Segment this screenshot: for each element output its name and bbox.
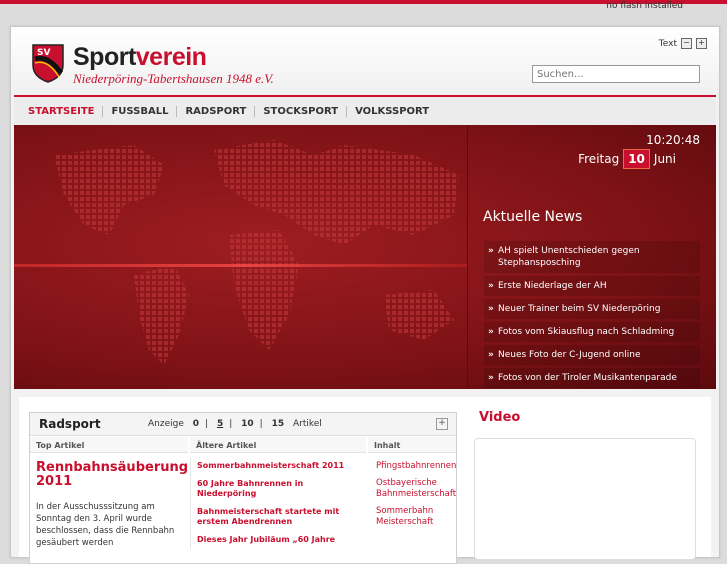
top-article-body: In der Ausschusssitzung am Sonntag den 3…	[36, 502, 175, 548]
anzeige-label: Anzeige	[148, 419, 184, 429]
inhalt-link[interactable]: Ostbayerische Bahnmeisterschaft	[368, 474, 456, 502]
radsport-panel-header: Radsport Anzeige 0 | 5 | 10 | 15 Artikel +	[30, 413, 456, 436]
text-decrease-button[interactable]: −	[681, 38, 692, 49]
news-item[interactable]: Erste Niederlage der AH	[484, 276, 700, 296]
top-article-title[interactable]: Rennbahnsäuberung 2011	[36, 461, 188, 489]
news-heading: Aktuelle News	[483, 209, 583, 225]
shield-text: SV	[37, 48, 50, 58]
count-option-5[interactable]: 5	[217, 419, 223, 429]
inhalt-link[interactable]: Sommerbahn Meisterschaft	[368, 502, 456, 530]
col-head-aeltere-artikel: Ältere Artikel	[190, 437, 366, 453]
search-input[interactable]	[532, 65, 700, 83]
news-item[interactable]: AH spielt Unentschieden gegen Stephanspo…	[484, 241, 700, 273]
site-header: SV Sportverein Niederpöring-Tabertshause…	[11, 27, 719, 95]
news-item[interactable]: Neuer Trainer beim SV Niederpöring	[484, 299, 700, 319]
count-option-15[interactable]: 15	[272, 419, 285, 429]
text-size-label: Text	[658, 38, 677, 49]
hero-highlight-line	[14, 264, 468, 267]
page-frame: SV Sportverein Niederpöring-Tabertshause…	[10, 26, 720, 564]
radsport-panel: Radsport Anzeige 0 | 5 | 10 | 15 Artikel + …	[29, 412, 457, 564]
flash-notice: no flash installed	[606, 1, 683, 11]
video-heading: Video	[479, 410, 521, 425]
col-head-inhalt: Inhalt	[368, 437, 456, 453]
text-size-control: Text − +	[659, 38, 707, 49]
brand-part-sport: Sport	[73, 43, 136, 71]
count-option-10[interactable]: 10	[241, 419, 254, 429]
nav-item-volkssport[interactable]: VOLKSSPORT	[347, 106, 437, 117]
nav-item-fussball[interactable]: FUSSBALL	[103, 105, 178, 117]
content-area: Radsport Anzeige 0 | 5 | 10 | 15 Artikel + …	[19, 397, 711, 564]
older-articles-list: Sommerbahnmeisterschaft 2011 60 Jahre Ba…	[190, 457, 367, 549]
col-head-top-artikel: Top Artikel	[30, 437, 188, 453]
news-item[interactable]: Fotos von der Tiroler Musikantenparade	[484, 368, 700, 388]
main-nav: STARTSEITE FUSSBALL RADSPORT STOCKSPORT …	[14, 95, 716, 125]
text-increase-button[interactable]: +	[696, 38, 707, 49]
hero-divider	[467, 125, 468, 389]
inhalt-list: Pfingstbahnrennen Ostbayerische Bahnmeis…	[368, 457, 456, 530]
date-display: Freitag 10 Juni	[578, 149, 676, 169]
nav-item-startseite[interactable]: STARTSEITE	[20, 105, 104, 117]
date-weekday: Freitag	[578, 152, 620, 166]
video-player[interactable]	[474, 438, 696, 560]
brand-title[interactable]: Sportverein	[73, 43, 207, 72]
expand-icon[interactable]: +	[436, 418, 448, 430]
older-article-link[interactable]: Dieses Jahr Jubiläum „60 Jahre	[191, 531, 367, 549]
radsport-title: Radsport	[39, 417, 101, 431]
older-article-link[interactable]: Bahnmeisterschaft startete mit erstem Ab…	[191, 503, 367, 531]
news-list: AH spielt Unentschieden gegen Stephanspo…	[484, 241, 700, 389]
nav-item-radsport[interactable]: RADSPORT	[177, 105, 256, 117]
article-count-selector: Anzeige 0 | 5 | 10 | 15 Artikel	[148, 419, 322, 429]
club-logo-icon[interactable]: SV	[31, 43, 65, 83]
brand-subtitle: Niederpöring-Tabertshausen 1948 e.V.	[73, 71, 274, 86]
world-map-graphic	[54, 140, 459, 365]
news-item[interactable]: Neues Foto der C-Jugend online	[484, 345, 700, 365]
hero-banner: 10:20:48 Freitag 10 Juni Aktuelle News A…	[14, 125, 716, 389]
inhalt-link[interactable]: Pfingstbahnrennen	[368, 457, 456, 474]
brand-part-verein: verein	[135, 43, 207, 71]
date-day-badge: 10	[623, 149, 650, 169]
date-month: Juni	[653, 152, 676, 166]
news-item[interactable]: Fotos vom Skiausflug nach Schladming	[484, 322, 700, 342]
artikel-label: Artikel	[292, 419, 322, 429]
clock-time: 10:20:48	[646, 133, 700, 147]
older-article-link[interactable]: Sommerbahnmeisterschaft 2011	[191, 457, 367, 475]
nav-item-stocksport[interactable]: STOCKSPORT	[255, 105, 348, 117]
count-option-0[interactable]: 0	[193, 419, 199, 429]
older-article-link[interactable]: 60 Jahre Bahnrennen in Niederpöring	[191, 475, 367, 503]
